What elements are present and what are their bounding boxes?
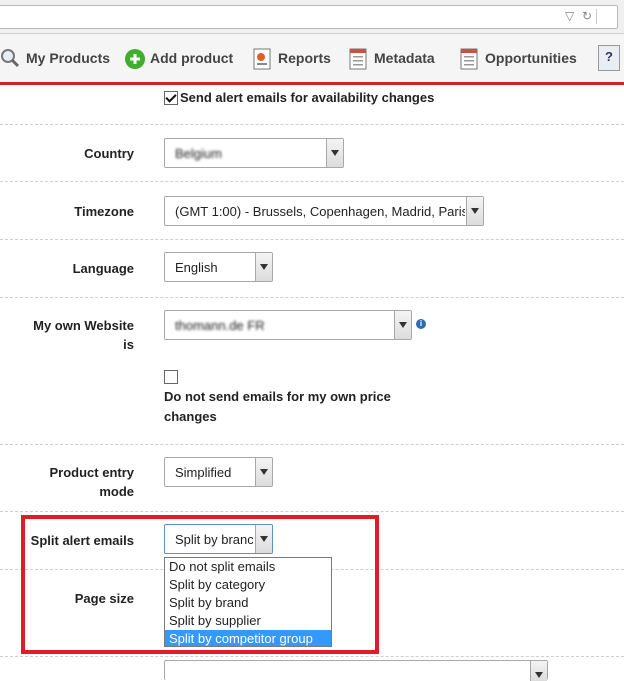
chevron-down-icon (394, 311, 411, 339)
split-option-supplier[interactable]: Split by supplier (165, 612, 331, 630)
toolbar-opportunities[interactable]: Opportunities (459, 46, 577, 70)
toolbar-reports[interactable]: Reports (252, 46, 331, 70)
help-icon: ? (598, 45, 620, 71)
form-row-product-entry: Product entry mode Simplified (0, 445, 624, 512)
product-entry-label: Product entry (49, 465, 134, 480)
add-icon (124, 48, 145, 69)
split-alert-value: Split by branc (175, 532, 253, 547)
language-value: English (175, 260, 218, 275)
form-row-alert-emails: Send alert emails for availability chang… (0, 85, 624, 125)
own-price-checkbox[interactable] (164, 370, 178, 384)
chevron-down-icon (255, 253, 272, 281)
language-select[interactable]: English (164, 252, 273, 282)
chevron-down-icon (326, 139, 343, 167)
magnifier-icon (0, 48, 20, 68)
own-website-value: thomann.de FR (175, 318, 265, 333)
browser-url-bar: ▽ ↻ (0, 0, 624, 34)
toolbar-help[interactable]: ? (598, 45, 620, 71)
next-select[interactable] (164, 660, 548, 681)
availability-alert-checkbox[interactable] (164, 91, 178, 105)
refresh-icon[interactable]: ↻ (582, 9, 592, 23)
toolbar-label: Opportunities (485, 50, 577, 66)
language-label: Language (72, 261, 134, 276)
country-value: Belgium (175, 146, 222, 161)
split-option-competitor-group[interactable]: Split by competitor group (165, 630, 331, 646)
own-website-select[interactable]: thomann.de FR (164, 310, 412, 340)
form-row-own-website: My own Website is thomann.de FR i Do not… (0, 298, 624, 445)
chevron-down-icon (255, 458, 272, 486)
form-row-language: Language English (0, 240, 624, 298)
address-input[interactable]: ▽ ↻ (0, 5, 618, 29)
split-option-none[interactable]: Do not split emails (165, 558, 331, 576)
country-select[interactable]: Belgium (164, 138, 344, 168)
split-alert-options: Do not split emails Split by category Sp… (164, 557, 332, 647)
availability-alert-label: Send alert emails for availability chang… (180, 90, 435, 105)
chevron-down-icon (466, 197, 483, 225)
timezone-value: (GMT 1:00) - Brussels, Copenhagen, Madri… (175, 204, 465, 219)
dropdown-arrow-icon[interactable]: ▽ (565, 9, 574, 23)
document-icon (459, 48, 479, 70)
info-icon[interactable]: i (416, 319, 426, 329)
split-alert-select[interactable]: Split by branc (164, 524, 273, 554)
own-website-label-cont: is (123, 337, 134, 352)
chevron-down-icon (530, 661, 547, 681)
product-entry-value: Simplified (175, 465, 232, 480)
split-alert-label: Split alert emails (30, 533, 134, 548)
toolbar-add-product[interactable]: Add product (124, 46, 233, 70)
toolbar-label: Reports (278, 50, 331, 66)
form-row-country: Country Belgium (0, 125, 624, 182)
product-entry-select[interactable]: Simplified (164, 457, 273, 487)
timezone-select[interactable]: (GMT 1:00) - Brussels, Copenhagen, Madri… (164, 196, 484, 226)
own-website-label: My own Website (33, 318, 134, 333)
toolbar-label: My Products (26, 50, 111, 66)
country-label: Country (84, 146, 134, 161)
timezone-label: Timezone (74, 204, 134, 219)
product-entry-label-cont: mode (99, 484, 134, 499)
main-toolbar: My Products Add product Reports Metadata… (0, 34, 624, 85)
split-option-category[interactable]: Split by category (165, 576, 331, 594)
own-price-label: Do not send emails for my own price (164, 389, 391, 404)
chevron-down-icon (255, 525, 272, 553)
own-price-label-cont: changes (164, 409, 217, 424)
split-option-brand[interactable]: Split by brand (165, 594, 331, 612)
toolbar-my-products[interactable]: My Products (0, 46, 110, 70)
toolbar-metadata[interactable]: Metadata (348, 46, 435, 70)
toolbar-label: Metadata (374, 50, 435, 66)
toolbar-label: Add product (150, 50, 234, 66)
document-icon (348, 48, 368, 70)
page-size-label: Page size (74, 591, 134, 606)
report-icon (252, 48, 272, 70)
form-row-timezone: Timezone (GMT 1:00) - Brussels, Copenhag… (0, 182, 624, 240)
